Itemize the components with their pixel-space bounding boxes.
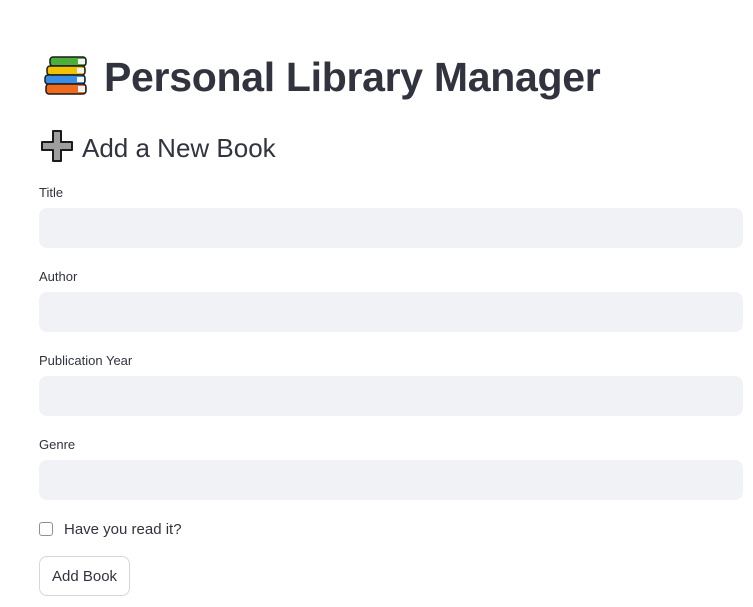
publication-year-label: Publication Year bbox=[39, 353, 133, 368]
section-title: Add a New Book bbox=[82, 132, 276, 163]
add-book-button[interactable]: Add Book bbox=[39, 556, 131, 596]
page-title: Personal Library Manager bbox=[104, 53, 601, 100]
books-icon bbox=[42, 51, 104, 104]
read-checkbox[interactable] bbox=[39, 522, 53, 536]
genre-label: Genre bbox=[39, 437, 76, 452]
app-page: Personal Library Manager Add a New Book … bbox=[0, 0, 753, 607]
author-input[interactable] bbox=[39, 292, 743, 332]
page-header: Personal Library Manager bbox=[42, 50, 601, 104]
title-input[interactable] bbox=[39, 208, 743, 248]
read-checkbox-label: Have you read it? bbox=[64, 520, 182, 538]
title-label: Title bbox=[39, 185, 64, 200]
publication-year-input[interactable] bbox=[39, 376, 743, 416]
add-book-heading: Add a New Book bbox=[40, 129, 276, 167]
plus-icon bbox=[40, 129, 82, 168]
read-checkbox-row[interactable]: Have you read it? bbox=[39, 519, 182, 539]
genre-input[interactable] bbox=[39, 460, 743, 500]
author-label: Author bbox=[39, 269, 78, 284]
